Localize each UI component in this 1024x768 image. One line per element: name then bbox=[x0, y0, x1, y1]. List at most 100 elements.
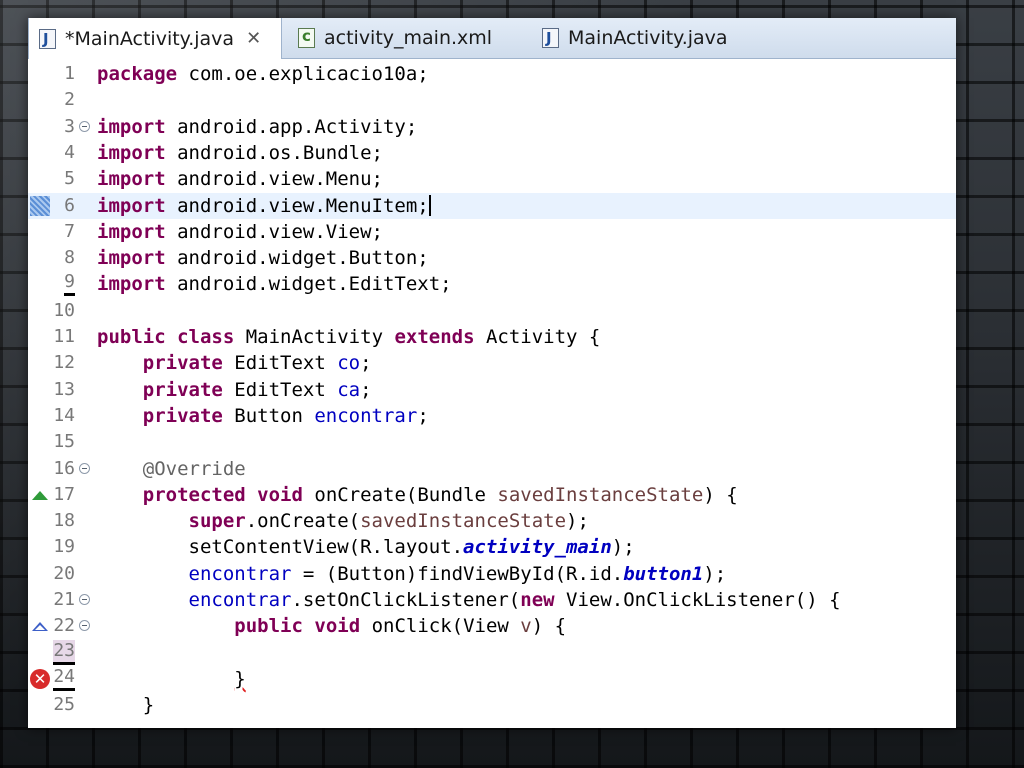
keyword-token: import bbox=[97, 141, 166, 164]
tab-activity-main-xml[interactable]: activity_main.xml bbox=[290, 18, 540, 58]
line-gutter[interactable]: 15 bbox=[28, 429, 94, 455]
code-line-18[interactable]: 18 super.onCreate(savedInstanceState); bbox=[28, 508, 956, 534]
close-icon[interactable]: ✕ bbox=[246, 28, 261, 49]
keyword-token: package bbox=[97, 63, 178, 85]
code-line-12[interactable]: 12 private EditText co; bbox=[28, 350, 956, 376]
line-gutter[interactable]: 11 bbox=[28, 324, 94, 350]
code-text: public void onClick(View v) { bbox=[97, 613, 566, 639]
code-token: .setOnClickListener( bbox=[291, 589, 521, 611]
keyword-token: import bbox=[97, 194, 166, 217]
fold-toggle-icon[interactable] bbox=[79, 620, 90, 632]
code-token: ; bbox=[417, 404, 429, 427]
code-line-22[interactable]: 22 public void onClick(View v) { bbox=[28, 613, 956, 639]
code-line-15[interactable]: 15 bbox=[28, 429, 956, 455]
code-line-14[interactable]: 14 private Button encontrar; bbox=[28, 403, 956, 429]
code-token: android.view.MenuItem; bbox=[165, 194, 429, 217]
keyword-token: super bbox=[188, 510, 246, 533]
line-number: 20 bbox=[53, 562, 75, 584]
line-gutter[interactable]: 3 bbox=[28, 114, 94, 140]
line-gutter[interactable]: 20 bbox=[28, 561, 94, 587]
tab-mainactivity[interactable]: MainActivity.java bbox=[540, 18, 800, 58]
editor-window: *MainActivity.java ✕ activity_main.xml M… bbox=[28, 18, 956, 728]
code-editor[interactable]: 1 package com.oe.explicacio10a; 2 3 import a… bbox=[28, 59, 956, 728]
keyword-token: import bbox=[97, 115, 166, 138]
code-line-6[interactable]: 6 import android.view.MenuItem; bbox=[28, 192, 956, 219]
code-token: ; bbox=[360, 352, 372, 375]
line-gutter[interactable]: 2 bbox=[28, 87, 94, 113]
code-text: private EditText ca; bbox=[97, 377, 372, 403]
line-gutter[interactable]: 5 bbox=[28, 166, 94, 192]
code-token: ); bbox=[611, 536, 635, 559]
line-gutter[interactable]: 13 bbox=[28, 377, 94, 403]
line-gutter[interactable]: 9 bbox=[28, 271, 94, 297]
line-gutter[interactable]: 4 bbox=[28, 140, 94, 166]
fold-toggle-icon[interactable] bbox=[79, 120, 90, 132]
editor-tab-bar: *MainActivity.java ✕ activity_main.xml M… bbox=[28, 18, 956, 59]
code-line-10[interactable]: 10 bbox=[28, 298, 956, 324]
code-line-24[interactable]: ✕ 24 } bbox=[28, 666, 956, 692]
code-line-11[interactable]: 11 public class MainActivity extends Acti… bbox=[28, 324, 956, 350]
line-gutter[interactable]: 17 bbox=[28, 482, 94, 508]
keyword-token: void bbox=[314, 615, 361, 638]
line-gutter[interactable]: 22 bbox=[28, 613, 94, 639]
line-gutter[interactable]: 25 bbox=[28, 692, 94, 718]
code-token: Button bbox=[222, 404, 315, 427]
code-token: ); bbox=[566, 510, 589, 533]
code-line-2[interactable]: 2 bbox=[28, 87, 956, 113]
code-line-19[interactable]: 19 setContentView(R.layout.activity_main… bbox=[28, 534, 956, 560]
code-line-23[interactable]: 23 bbox=[28, 639, 956, 666]
keyword-token: new bbox=[520, 589, 555, 611]
code-line-20[interactable]: 20 encontrar = (Button)findViewById(R.id… bbox=[28, 561, 956, 587]
line-gutter[interactable]: 14 bbox=[28, 403, 94, 429]
code-line-1[interactable]: 1 package com.oe.explicacio10a; bbox=[28, 61, 956, 87]
line-gutter[interactable]: 21 bbox=[28, 587, 94, 613]
code-line-21[interactable]: 21 encontrar.setOnClickListener(new View… bbox=[28, 587, 956, 613]
code-line-9[interactable]: 9 import android.widget.EditText; bbox=[28, 271, 956, 297]
code-token: savedInstanceState bbox=[360, 510, 567, 533]
code-text: import android.app.Activity; bbox=[97, 114, 417, 140]
implement-marker-icon[interactable] bbox=[32, 622, 48, 632]
line-number: 13 bbox=[53, 378, 75, 400]
fold-toggle-icon[interactable] bbox=[79, 594, 90, 605]
code-token: MainActivity bbox=[234, 326, 395, 348]
code-token: View.OnClickListener() { bbox=[554, 589, 841, 611]
override-marker-icon[interactable] bbox=[32, 490, 48, 500]
code-token: com.oe.explicacio10a; bbox=[177, 63, 429, 85]
code-text: private Button encontrar; bbox=[97, 403, 429, 429]
line-gutter[interactable]: 19 bbox=[28, 534, 94, 560]
code-text: public class MainActivity extends Activi… bbox=[97, 324, 600, 350]
code-line-4[interactable]: 4 import android.os.Bundle; bbox=[28, 140, 956, 166]
line-gutter[interactable]: 23 bbox=[28, 639, 94, 666]
code-token: encontrar bbox=[188, 589, 292, 611]
code-line-3[interactable]: 3 import android.app.Activity; bbox=[28, 114, 956, 140]
line-gutter[interactable]: 8 bbox=[28, 245, 94, 271]
code-text: import android.os.Bundle; bbox=[97, 140, 383, 166]
code-token: @Override bbox=[142, 457, 246, 480]
tab-label: activity_main.xml bbox=[324, 27, 493, 49]
code-line-25[interactable]: 25 } bbox=[28, 692, 956, 718]
line-gutter[interactable]: 16 bbox=[28, 456, 94, 482]
code-line-7[interactable]: 7 import android.view.View; bbox=[28, 219, 956, 245]
line-gutter[interactable]: 1 bbox=[28, 61, 94, 87]
line-gutter[interactable]: 18 bbox=[28, 508, 94, 534]
code-line-8[interactable]: 8 import android.widget.Button; bbox=[28, 245, 956, 271]
keyword-token: extends bbox=[394, 326, 475, 348]
line-gutter[interactable]: 10 bbox=[28, 298, 94, 324]
line-gutter[interactable]: ✕ 24 bbox=[28, 666, 94, 692]
fold-toggle-icon[interactable] bbox=[79, 462, 90, 474]
code-line-5[interactable]: 5 import android.view.Menu; bbox=[28, 166, 956, 192]
code-line-13[interactable]: 13 private EditText ca; bbox=[28, 377, 956, 403]
tab-mainactivity-modified[interactable]: *MainActivity.java ✕ bbox=[28, 18, 282, 59]
code-token: android.widget.Button; bbox=[165, 247, 429, 270]
line-gutter[interactable]: 6 bbox=[28, 193, 94, 219]
line-gutter[interactable]: 12 bbox=[28, 350, 94, 376]
tab-label: *MainActivity.java bbox=[65, 27, 235, 50]
code-line-17[interactable]: 17 protected void onCreate(Bundle savedI… bbox=[28, 482, 956, 508]
code-text: setContentView(R.layout.activity_main); bbox=[97, 534, 635, 560]
line-gutter[interactable]: 7 bbox=[28, 219, 94, 245]
code-text: package com.oe.explicacio10a; bbox=[97, 61, 429, 87]
code-line-16[interactable]: 16 @Override bbox=[28, 456, 956, 482]
error-marker-icon[interactable]: ✕ bbox=[30, 668, 50, 689]
